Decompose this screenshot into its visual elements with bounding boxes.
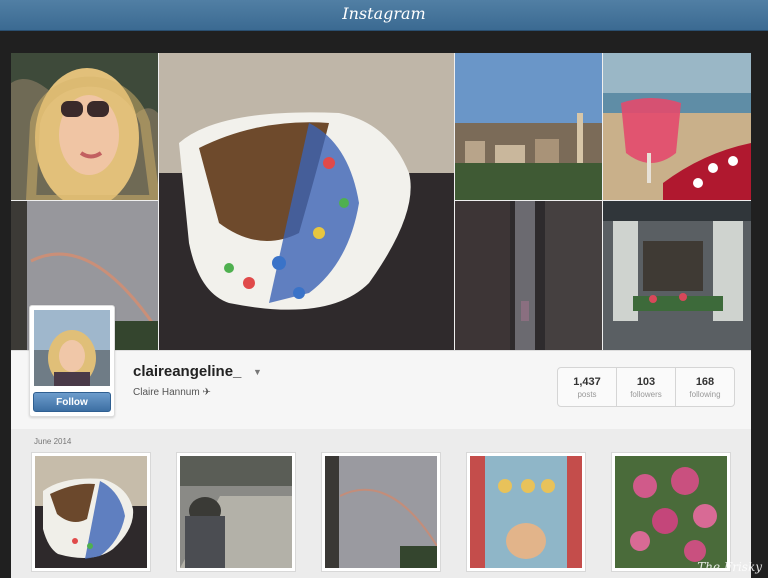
avatar[interactable] xyxy=(34,310,110,386)
feed-photo[interactable] xyxy=(31,452,151,572)
stat-label: posts xyxy=(577,389,597,399)
profile-frame: Follow claireangeline_ ▼ Claire Hannum ✈… xyxy=(11,53,751,578)
cover-photo-mosaic-mug[interactable] xyxy=(159,53,454,350)
page-background: Follow claireangeline_ ▼ Claire Hannum ✈… xyxy=(0,31,768,578)
top-bar: Instagram xyxy=(0,0,768,31)
stat-count: 168 xyxy=(695,375,715,388)
chevron-down-icon[interactable]: ▼ xyxy=(253,367,262,377)
feed-photo[interactable] xyxy=(466,452,586,572)
username: claireangeline_ xyxy=(133,363,242,380)
month-label: June 2014 xyxy=(34,437,72,446)
profile-card: Follow xyxy=(29,305,115,417)
stat-label: followers xyxy=(630,389,662,399)
follow-button[interactable]: Follow xyxy=(33,392,111,412)
stat-followers[interactable]: 103 followers xyxy=(617,368,676,406)
stat-count: 103 xyxy=(636,375,656,388)
watermark: The Frisky xyxy=(697,560,762,574)
stat-label: following xyxy=(689,389,721,399)
feed-photo[interactable] xyxy=(176,452,296,572)
photo-feed: June 2014 xyxy=(11,429,751,578)
instagram-logo[interactable]: Instagram xyxy=(0,4,768,23)
feed-photo[interactable] xyxy=(611,452,731,572)
stat-count: 1,437 xyxy=(573,375,601,388)
cover-photo-selfie[interactable] xyxy=(11,53,158,200)
feed-photo[interactable] xyxy=(321,452,441,572)
cover-photo-balcony[interactable] xyxy=(603,201,751,350)
cover-photo-alley[interactable] xyxy=(455,201,602,350)
stat-posts[interactable]: 1,437 posts xyxy=(558,368,617,406)
cover-photo-beach-drink[interactable] xyxy=(603,53,751,200)
stat-following[interactable]: 168 following xyxy=(676,368,734,406)
cover-photo-barcelona-view[interactable] xyxy=(455,53,602,200)
full-name: Claire Hannum ✈︎ xyxy=(133,387,211,398)
profile-stats: 1,437 posts 103 followers 168 following xyxy=(557,367,735,407)
